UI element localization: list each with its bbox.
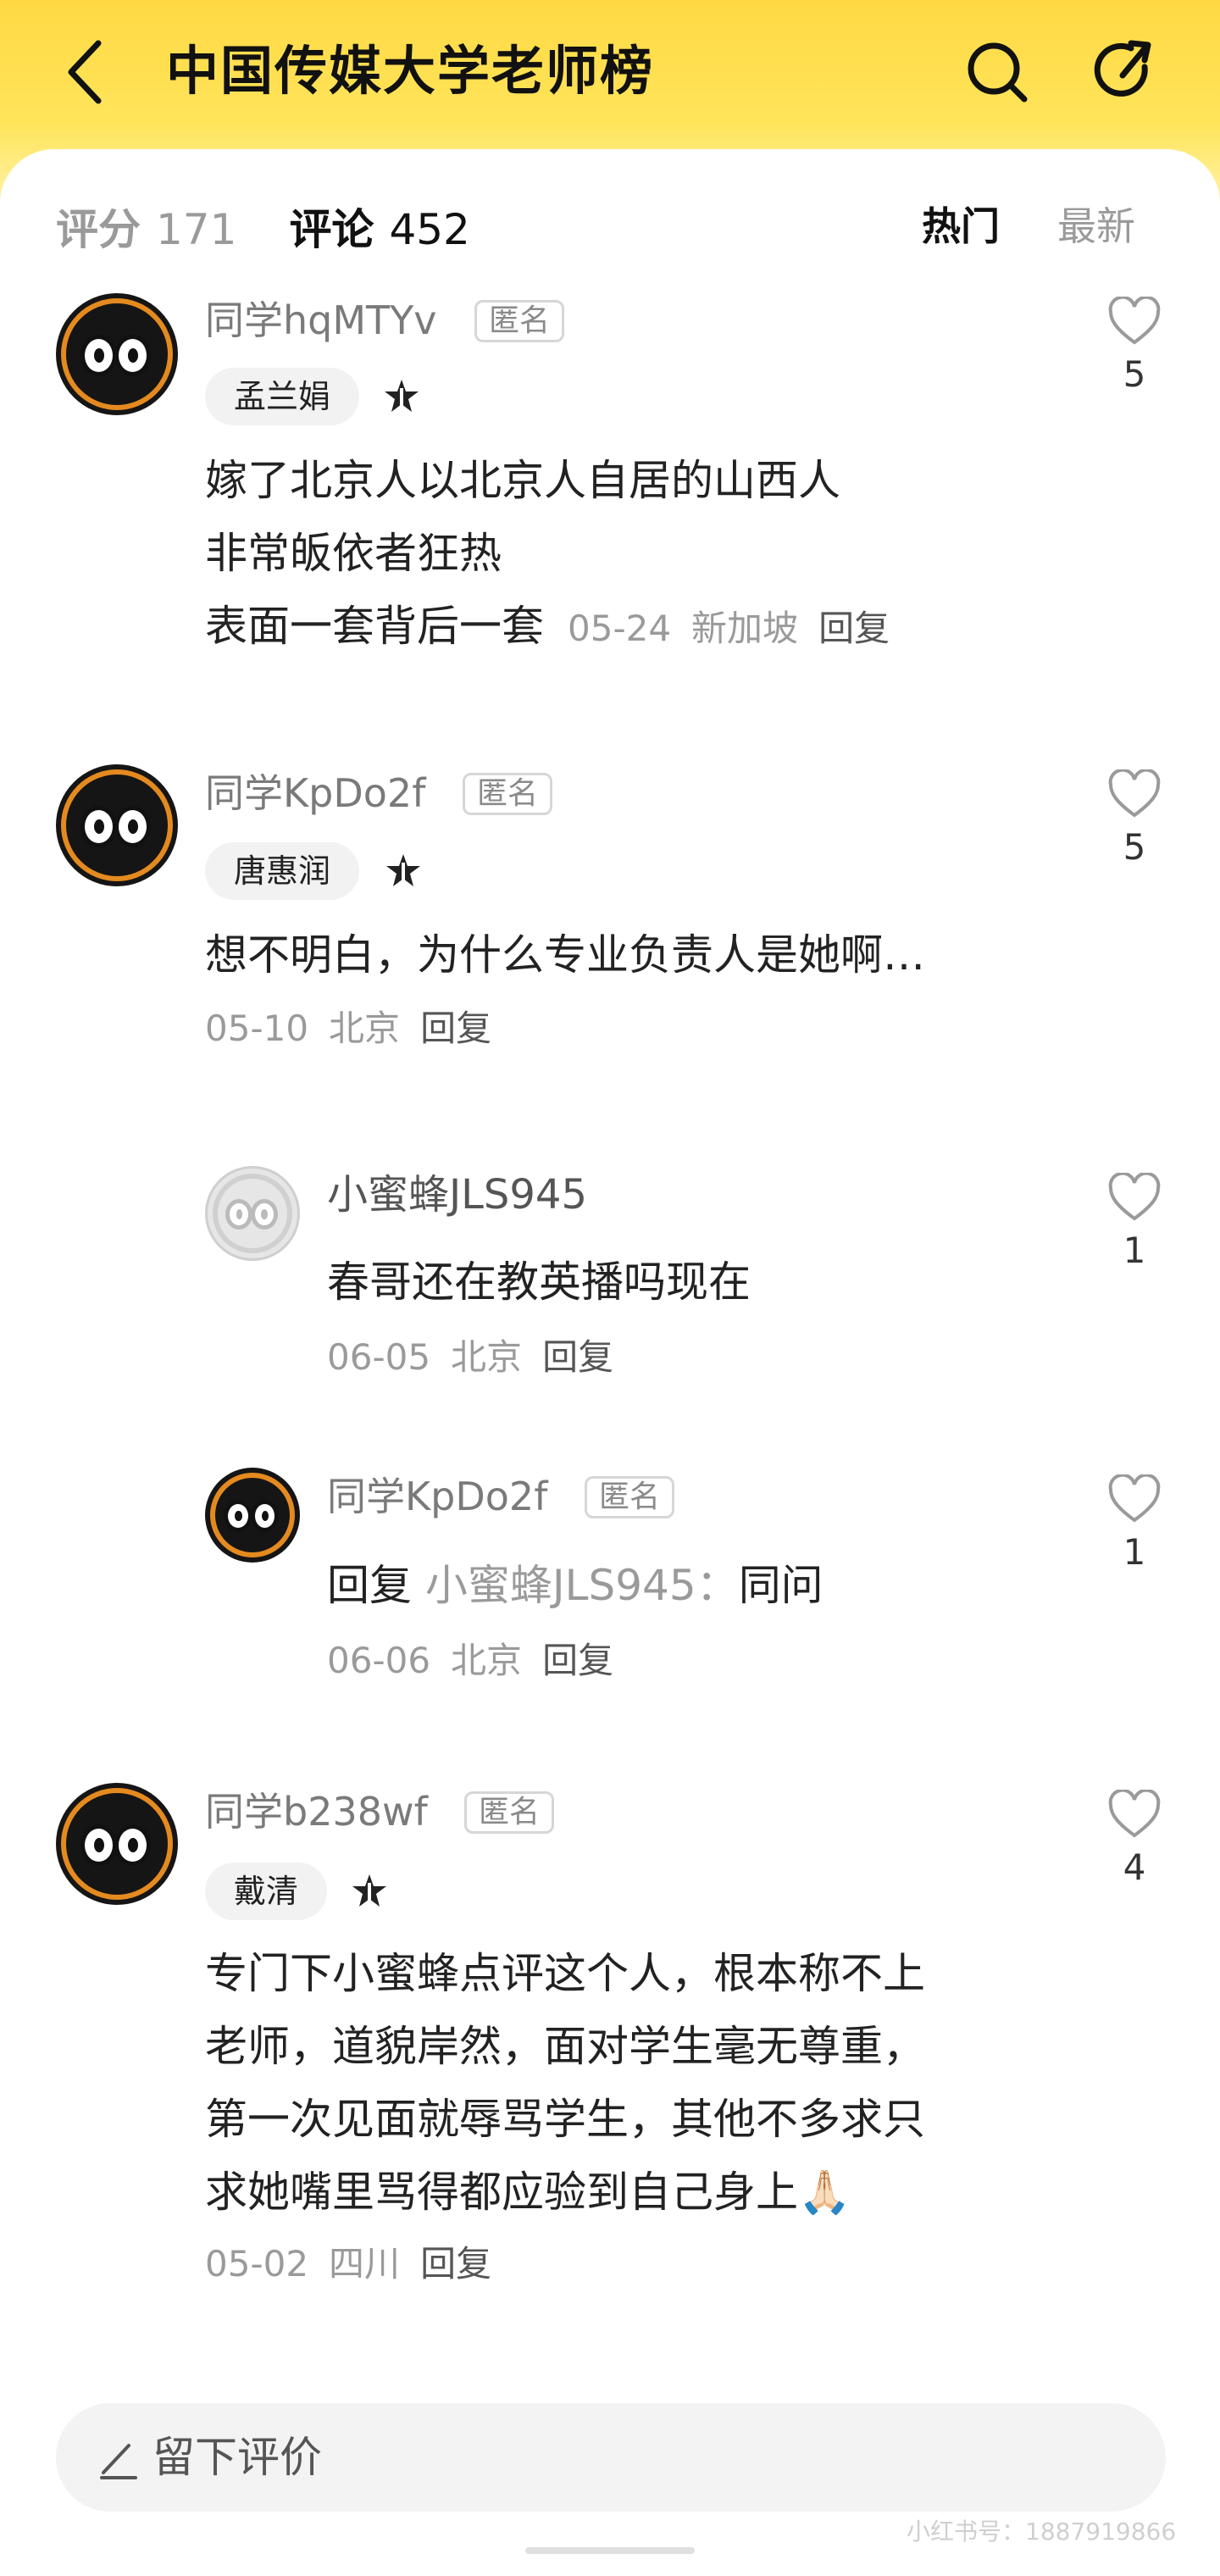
comment-line: 嫁了北京人以北京人自居的山西人 (205, 456, 840, 505)
tab-comments-label: 评论 (289, 205, 374, 254)
comment-line: 想不明白，为什么专业负责人是她啊… (205, 930, 925, 980)
tab-comments[interactable]: 评论 452 (289, 196, 522, 257)
search-icon (968, 42, 1028, 103)
like-button[interactable]: 5 (1101, 769, 1167, 871)
reply-button[interactable]: 回复 (818, 608, 890, 649)
comment-text: 春哥还在教英播吗现在 (327, 1246, 1073, 1319)
comment-location: 新加坡 (691, 608, 799, 649)
like-count: 1 (1123, 1531, 1146, 1573)
heart-icon (1108, 1790, 1161, 1838)
sort-new-tab[interactable]: 最新 (1057, 197, 1135, 256)
like-count: 4 (1123, 1846, 1146, 1888)
username[interactable]: 同学KpDo2f (205, 768, 425, 819)
comment-meta: 05-24 新加坡 回复 (568, 608, 910, 649)
avatar[interactable] (205, 1166, 300, 1261)
reply-button[interactable]: 回复 (542, 1336, 613, 1378)
comment-line: 第一次见面就辱骂学生，其他不多求只 (205, 2095, 925, 2144)
comment-location: 北京 (451, 1640, 523, 1681)
search-button[interactable] (959, 34, 1035, 110)
comment-line: 春哥还在教英播吗现在 (327, 1257, 751, 1307)
like-button[interactable]: 4 (1101, 1790, 1167, 1891)
reply-button[interactable]: 回复 (420, 2243, 491, 2285)
comment-location: 四川 (329, 2243, 401, 2285)
comment-location: 北京 (451, 1336, 523, 1378)
rating-star-icon (385, 380, 419, 412)
comment-meta: 06-05 北京 回复 (327, 1332, 634, 1383)
username[interactable]: 同学b238wf (205, 1786, 428, 1837)
avatar[interactable] (56, 1783, 178, 1905)
comment-date: 06-06 (327, 1640, 431, 1681)
share-icon (1094, 40, 1151, 97)
teacher-tag[interactable]: 戴清 (205, 1863, 328, 1920)
reply-button[interactable]: 回复 (420, 1008, 491, 1049)
comment-line: 求她嘴里骂得都应验到自己身上🙏🏻 (205, 2168, 851, 2217)
comment-meta: 06-06 北京 回复 (327, 1635, 634, 1686)
like-count: 5 (1123, 353, 1146, 395)
username[interactable]: 同学KpDo2f (327, 1471, 547, 1522)
tab-score-label: 评分 (56, 205, 141, 254)
comment-date: 05-02 (205, 2243, 309, 2285)
comment-date: 05-24 (568, 608, 672, 649)
like-button[interactable]: 5 (1101, 297, 1167, 398)
comment-line-with-meta: 表面一套背后一套 05-24 新加坡 回复 (205, 590, 1069, 665)
review-input-placeholder: 留下评价 (152, 2433, 322, 2482)
rating-star-icon (352, 1874, 386, 1907)
like-button[interactable]: 1 (1101, 1173, 1167, 1274)
reply-prefix: 回复 (327, 1561, 412, 1610)
anonymous-badge: 匿名 (585, 1476, 675, 1518)
comment-text: 回复 小蜜蜂JLS945：同问 (327, 1561, 824, 1610)
home-indicator[interactable] (525, 2547, 695, 2554)
reply-to-user[interactable]: 小蜜蜂JLS945 (425, 1561, 696, 1610)
heart-icon (1108, 1173, 1161, 1221)
heart-icon (1108, 769, 1161, 818)
anonymous-badge: 匿名 (474, 300, 565, 342)
comment-line: 同问 (738, 1561, 824, 1610)
watermark: 小红书号：1887919866 (907, 2518, 1177, 2545)
anonymous-badge: 匿名 (463, 773, 553, 815)
review-input[interactable]: 留下评价 (56, 2403, 1166, 2512)
page-title: 中国传媒大学老师榜 (166, 40, 655, 102)
teacher-tag[interactable]: 孟兰娟 (205, 368, 360, 425)
tab-score[interactable]: 评分 171 (56, 196, 289, 257)
like-count: 5 (1123, 826, 1146, 868)
username[interactable]: 同学hqMTYv (205, 295, 436, 346)
username[interactable]: 小蜜蜂JLS945 (327, 1169, 587, 1220)
heart-icon (1108, 1474, 1161, 1523)
anonymous-badge: 匿名 (464, 1791, 555, 1834)
share-button[interactable] (1088, 34, 1164, 110)
tab-score-count: 171 (156, 205, 237, 254)
like-count: 1 (1123, 1230, 1146, 1271)
back-button[interactable] (51, 34, 119, 110)
tab-bar: 评分 171 评论 452 (56, 197, 523, 256)
avatar[interactable] (205, 1468, 300, 1563)
rating-star-icon (386, 854, 420, 886)
like-button[interactable]: 1 (1101, 1474, 1167, 1576)
comment-meta: 05-02 四川 回复 (205, 2239, 512, 2290)
comment-text: 想不明白，为什么专业负责人是她啊… (205, 919, 1069, 991)
comment-line: 专门下小蜜蜂点评这个人，根本称不上 (205, 1949, 925, 1998)
comment-text: 嫁了北京人以北京人自居的山西人 非常皈依者狂热 表面一套背后一套 05-24 新加坡… (205, 444, 1069, 665)
comment-location: 北京 (329, 1008, 401, 1049)
comment-line: 表面一套背后一套 (205, 602, 544, 651)
avatar[interactable] (56, 764, 178, 886)
sort-hot-tab[interactable]: 热门 (922, 197, 1000, 256)
pen-icon (100, 2444, 137, 2479)
heart-icon (1108, 297, 1161, 345)
comment-text: 专门下小蜜蜂点评这个人，根本称不上 老师，道貌岸然，面对学生毫无尊重， 第一次见… (205, 1937, 1086, 2229)
comment-meta: 05-10 北京 回复 (205, 1003, 512, 1054)
comment-line: 老师，道貌岸然，面对学生毫无尊重， (205, 2022, 925, 2071)
back-arrow-icon (68, 40, 102, 104)
teacher-tag[interactable]: 唐惠润 (205, 842, 360, 900)
comment-date: 05-10 (205, 1008, 309, 1049)
comment-date: 06-05 (327, 1336, 431, 1378)
comment-line: 非常皈依者狂热 (205, 529, 502, 578)
reply-button[interactable]: 回复 (542, 1640, 613, 1681)
avatar[interactable] (56, 293, 178, 415)
tab-comments-count: 452 (389, 205, 470, 254)
